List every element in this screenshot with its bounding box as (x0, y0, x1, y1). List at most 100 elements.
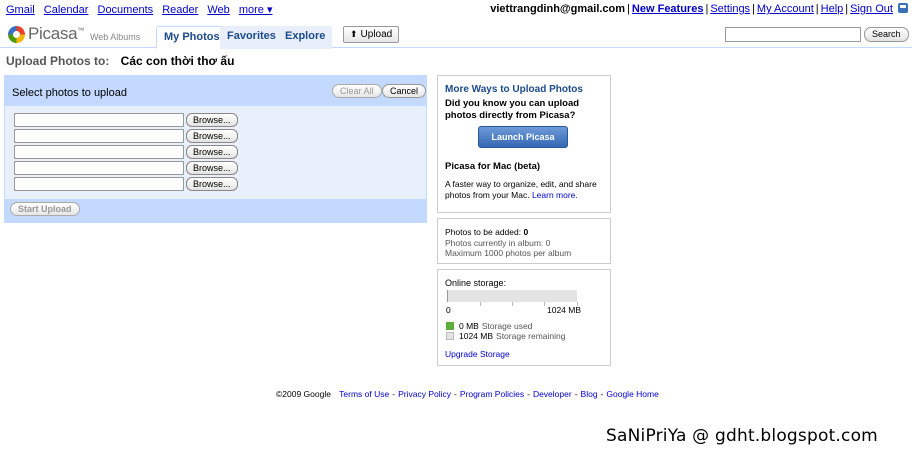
storage-title: Online storage: (445, 278, 507, 288)
album-name: Các con thời thơ ấu (120, 54, 235, 68)
used-text: Storage used (481, 321, 533, 331)
gbar-link-calendar[interactable]: Calendar (44, 4, 89, 16)
storage-used-legend: 0 MB Storage used (446, 321, 532, 331)
used-value: 0 MB (459, 321, 479, 331)
photos-in-album-value: 0 (545, 238, 551, 248)
storage-min-label: 0 (446, 305, 451, 315)
my-account-link[interactable]: My Account (757, 3, 814, 15)
remaining-text: Storage remaining (496, 331, 566, 341)
storage-tick (480, 302, 481, 306)
file-path-input[interactable] (14, 177, 184, 191)
footer-link-terms[interactable]: Terms of Use (339, 389, 389, 399)
upload-to-label: Upload Photos to: (6, 54, 110, 68)
upload-panel-title: Select photos to upload (12, 87, 127, 99)
gbar-services: Gmail Calendar Documents Reader Web more… (6, 3, 278, 16)
gbar-link-gmail[interactable]: Gmail (6, 4, 35, 16)
more-ways-box: More Ways to Upload Photos Did you know … (437, 75, 611, 213)
separator: | (845, 3, 849, 15)
watermark: SaNiPriYa @ gdht.blogspot.com (606, 426, 878, 446)
browse-button[interactable]: Browse... (186, 113, 238, 127)
separator: - (574, 389, 578, 399)
storage-tick (512, 302, 513, 306)
separator: | (627, 3, 630, 15)
app-header: Picasa™ Web Albums My Photos Favorites E… (0, 18, 912, 49)
storage-box: Online storage: 0 1024 MB 0 MB Storage u… (437, 269, 611, 366)
gbar-account: viettrangdinh@gmail.com | New Features | Set… (490, 3, 908, 15)
file-path-input[interactable] (14, 161, 184, 175)
photo-count-box: Photos to be added: 0 Photos currently i… (437, 218, 611, 264)
separator: - (392, 389, 396, 399)
separator: - (600, 389, 604, 399)
upload-button[interactable]: ⬆ Upload (343, 26, 400, 43)
file-path-input[interactable] (14, 113, 184, 127)
photos-in-album-label: Photos currently in album: (445, 238, 544, 248)
picasa-logo-icon (8, 25, 25, 43)
picasa-mac-title: Picasa for Mac (beta) (445, 161, 541, 172)
max-photos-note: Maximum 1000 photos per album (445, 248, 572, 258)
search-input[interactable] (725, 27, 861, 42)
blog-icon[interactable] (898, 3, 908, 13)
separator: | (705, 3, 709, 15)
remaining-swatch (446, 332, 454, 340)
separator: | (752, 3, 755, 15)
help-link[interactable]: Help (821, 3, 844, 15)
footer-link-google-home[interactable]: Google Home (606, 389, 658, 399)
browse-button[interactable]: Browse... (186, 161, 238, 175)
new-features-link[interactable]: New Features (632, 3, 704, 15)
gbar-link-reader[interactable]: Reader (162, 4, 198, 16)
cancel-button[interactable]: Cancel (382, 84, 427, 98)
photos-to-add-value: 0 (523, 227, 529, 237)
upgrade-storage-link[interactable]: Upgrade Storage (445, 349, 510, 359)
copyright: ©2009 Google (276, 389, 331, 399)
upload-button-label: Upload (360, 29, 393, 40)
picasa-logo[interactable]: Picasa™ Web Albums (8, 24, 140, 44)
used-swatch (446, 322, 454, 330)
page-title: Upload Photos to: Các con thời thơ ấu (6, 54, 234, 68)
storage-remaining-legend: 1024 MB Storage remaining (446, 331, 566, 341)
search-button[interactable]: Search (864, 27, 909, 42)
footer: ©2009 Google Terms of Use - Privacy Policy… (276, 389, 659, 399)
upload-arrow-icon: ⬆ (350, 29, 358, 39)
browse-button[interactable]: Browse... (186, 129, 238, 143)
footer-link-blog[interactable]: Blog (581, 389, 598, 399)
separator: - (527, 389, 530, 399)
sign-out-link[interactable]: Sign Out (850, 3, 893, 15)
user-email: viettrangdinh@gmail.com (490, 3, 626, 15)
gbar-link-web[interactable]: Web (207, 4, 229, 16)
tab-explore[interactable]: Explore (278, 26, 333, 49)
logo-text: Picasa™ (28, 24, 84, 43)
picasa-mac-description: A faster way to organize, edit, and shar… (445, 179, 605, 200)
storage-bar (447, 290, 578, 306)
file-path-input[interactable] (14, 145, 184, 159)
more-ways-question: Did you know you can upload photos direc… (445, 98, 580, 121)
upload-panel: Select photos to upload Clear All Cancel… (4, 75, 427, 223)
photos-to-add-label: Photos to be added: (445, 227, 522, 237)
clear-all-button[interactable]: Clear All (332, 84, 382, 98)
separator: | (815, 3, 819, 15)
separator: - (454, 389, 457, 399)
launch-picasa-button[interactable]: Launch Picasa (478, 126, 568, 148)
start-upload-button[interactable]: Start Upload (10, 202, 80, 216)
remaining-value: 1024 MB (459, 331, 494, 341)
photos-in-album: Photos currently in album: 0 (445, 238, 550, 248)
tab-my-photos[interactable]: My Photos (156, 26, 228, 49)
storage-tick (544, 302, 545, 306)
upload-panel-footer: Start Upload (5, 199, 426, 223)
more-ways-title: More Ways to Upload Photos (445, 84, 583, 95)
storage-max-label: 1024 MB (547, 305, 582, 315)
logo-subtitle: Web Albums (89, 31, 141, 42)
tab-favorites[interactable]: Favorites (220, 26, 283, 49)
upload-panel-header: Select photos to upload Clear All Cancel (5, 76, 427, 106)
footer-link-program-policies[interactable]: Program Policies (460, 389, 524, 399)
footer-link-developer[interactable]: Developer (533, 389, 572, 399)
file-path-input[interactable] (14, 129, 184, 143)
google-bar: Gmail Calendar Documents Reader Web more… (0, 0, 912, 18)
settings-link[interactable]: Settings (710, 3, 750, 15)
gbar-link-more[interactable]: more ▾ (239, 4, 273, 16)
gbar-link-documents[interactable]: Documents (98, 4, 154, 16)
footer-link-privacy[interactable]: Privacy Policy (398, 389, 451, 399)
browse-button[interactable]: Browse... (186, 145, 238, 159)
photos-to-add: Photos to be added: 0 (445, 227, 528, 237)
learn-more-link[interactable]: Learn more. (532, 190, 578, 200)
browse-button[interactable]: Browse... (186, 177, 238, 191)
